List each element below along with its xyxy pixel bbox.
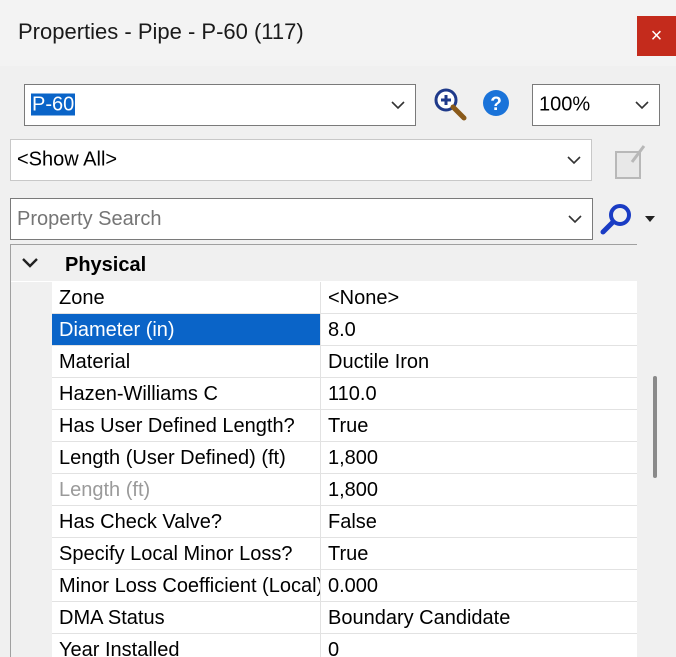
category-label: Physical — [65, 254, 147, 276]
property-value: True — [328, 415, 369, 437]
property-name: Specify Local Minor Loss? — [59, 543, 293, 565]
property-name: Diameter (in) — [59, 319, 175, 341]
property-row[interactable]: Year Installed 0 — [11, 634, 637, 657]
zoom-level-value: 100% — [539, 93, 591, 116]
help-icon: ? — [483, 90, 509, 116]
title-bar: Properties - Pipe - P-60 (117) — [0, 0, 676, 66]
property-value: Ductile Iron — [328, 351, 430, 373]
property-value: Boundary Candidate — [328, 607, 511, 629]
window-title: Properties - Pipe - P-60 (117) — [18, 19, 304, 44]
property-value: 1,800 — [328, 447, 379, 469]
filter-select[interactable]: <Show All> — [10, 139, 592, 181]
chevron-down-icon — [635, 101, 649, 110]
property-value: 1,800 — [328, 479, 379, 501]
element-selector[interactable]: P-60 — [24, 84, 416, 126]
scrollbar-thumb[interactable] — [653, 376, 657, 478]
property-value: <None> — [328, 287, 400, 309]
property-name: DMA Status — [59, 607, 165, 629]
chevron-collapse-icon — [22, 258, 38, 268]
help-button[interactable]: ? — [481, 88, 511, 118]
svg-text:?: ? — [490, 94, 502, 115]
property-row[interactable]: Has User Defined Length? True — [11, 410, 637, 442]
property-row[interactable]: Material Ductile Iron — [11, 346, 637, 378]
property-value: 0 — [328, 639, 340, 657]
chevron-down-icon — [391, 101, 405, 110]
property-value: 8.0 — [328, 319, 356, 341]
chevron-down-icon — [567, 156, 581, 165]
property-name: Zone — [59, 287, 105, 309]
chevron-down-icon — [568, 215, 582, 224]
property-search[interactable] — [10, 198, 593, 240]
property-name: Has User Defined Length? — [59, 415, 295, 437]
edit-filter-button[interactable] — [612, 142, 648, 180]
zoom-in-icon — [434, 88, 467, 121]
filter-value: <Show All> — [17, 148, 118, 171]
vertical-scrollbar[interactable] — [637, 244, 676, 656]
property-row[interactable]: Diameter (in) 8.0 — [11, 314, 637, 346]
property-name: Has Check Valve? — [59, 511, 223, 533]
property-name: Material — [59, 351, 131, 373]
close-button[interactable]: × — [637, 16, 676, 56]
close-icon: × — [650, 25, 663, 47]
search-button[interactable] — [598, 202, 660, 236]
property-name: Year Installed — [59, 639, 180, 657]
property-row[interactable]: Specify Local Minor Loss? True — [11, 538, 637, 570]
property-row[interactable]: Hazen-Williams C 110.0 — [11, 378, 637, 410]
property-value: True — [328, 543, 369, 565]
element-selector-value: P-60 — [31, 93, 76, 116]
property-name: Length (User Defined) (ft) — [59, 447, 286, 469]
property-row[interactable]: Length (User Defined) (ft) 1,800 — [11, 442, 637, 474]
property-row[interactable]: Length (ft) 1,800 — [11, 474, 637, 506]
search-icon — [600, 204, 631, 235]
property-row[interactable]: Minor Loss Coefficient (Local) 0.000 — [11, 570, 637, 602]
property-row[interactable]: DMA Status Boundary Candidate — [11, 602, 637, 634]
property-search-input[interactable] — [17, 207, 557, 231]
property-row[interactable]: Zone <None> — [11, 282, 637, 314]
edit-document-icon — [615, 145, 646, 179]
property-value: 0.000 — [328, 575, 379, 597]
property-value: False — [328, 511, 377, 533]
dropdown-arrow-icon — [645, 216, 655, 222]
category-physical[interactable]: Physical — [11, 245, 637, 281]
property-name: Hazen-Williams C — [59, 383, 218, 405]
property-value: 110.0 — [328, 383, 377, 405]
property-name: Minor Loss Coefficient (Local) — [59, 575, 321, 597]
property-grid: Physical Zone <None> Diameter (in) 8.0 M… — [10, 244, 637, 657]
property-row[interactable]: Has Check Valve? False — [11, 506, 637, 538]
zoom-to-element-button[interactable] — [432, 86, 468, 122]
property-name: Length (ft) — [59, 479, 151, 501]
zoom-level-select[interactable]: 100% — [532, 84, 660, 126]
